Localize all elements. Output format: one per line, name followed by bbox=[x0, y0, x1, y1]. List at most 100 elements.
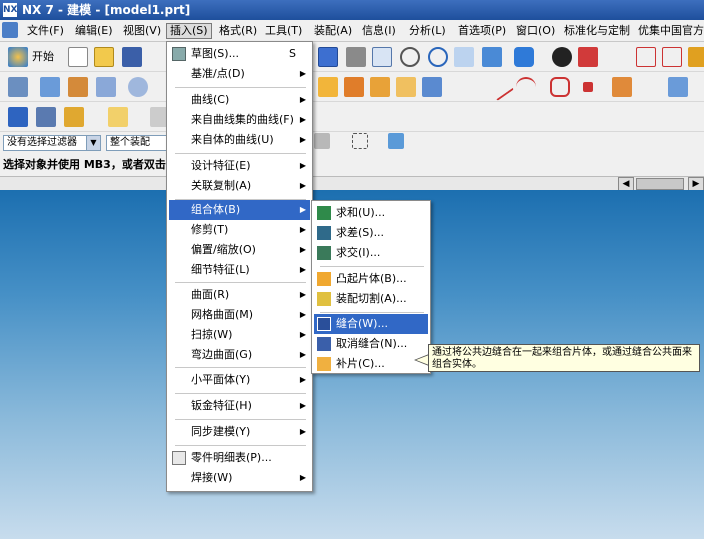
rotate-icon[interactable] bbox=[428, 47, 448, 67]
pan-icon[interactable] bbox=[454, 47, 474, 67]
insert-weld-item[interactable]: 焊接(W) ▶ bbox=[169, 468, 310, 488]
combine-sew-item[interactable]: 缝合(W)... bbox=[314, 314, 428, 334]
menu-information[interactable]: 信息(I) bbox=[359, 23, 399, 39]
insert-detail-feature-item[interactable]: 细节特征(L) ▶ bbox=[169, 260, 310, 280]
insert-sweep-item[interactable]: 扫掠(W) ▶ bbox=[169, 325, 310, 345]
feature-tool-icon[interactable] bbox=[36, 107, 56, 127]
type-filter-dropdown[interactable]: 没有选择过滤器 ▼ bbox=[3, 135, 101, 151]
sweep-icon[interactable] bbox=[344, 77, 364, 97]
insert-curve-from-curves-item[interactable]: 来自曲线集的曲线(F) ▶ bbox=[169, 110, 310, 130]
fit-view-icon[interactable] bbox=[318, 47, 338, 67]
app-menu-icon[interactable] bbox=[2, 22, 18, 38]
insert-curve-from-bodies-item[interactable]: 来自体的曲线(U) ▶ bbox=[169, 130, 310, 150]
start-button[interactable]: 开始 bbox=[32, 47, 54, 67]
insert-design-feature-item[interactable]: 设计特征(E) ▶ bbox=[169, 156, 310, 176]
menu-edit[interactable]: 编辑(E) bbox=[72, 23, 116, 39]
menu-format[interactable]: 格式(R) bbox=[216, 23, 260, 39]
point-icon[interactable] bbox=[583, 82, 593, 92]
open-folder-icon[interactable] bbox=[94, 47, 114, 67]
surface-icon[interactable] bbox=[318, 77, 338, 97]
submenu-arrow-icon: ▶ bbox=[299, 290, 306, 299]
insert-sheet-metal-item[interactable]: 钣金特征(H) ▶ bbox=[169, 396, 310, 416]
blend-icon[interactable] bbox=[128, 77, 148, 97]
menu-separator bbox=[175, 87, 306, 88]
insert-flange-surface-item[interactable]: 弯边曲面(G) ▶ bbox=[169, 345, 310, 365]
menu-window[interactable]: 窗口(O) bbox=[513, 23, 558, 39]
menu-tools[interactable]: 工具(T) bbox=[262, 23, 305, 39]
unsew-icon bbox=[317, 337, 331, 351]
submenu-arrow-icon: ▶ bbox=[299, 350, 306, 359]
insert-surface-item[interactable]: 曲面(R) ▶ bbox=[169, 285, 310, 305]
combine-patch-item[interactable]: 补片(C)... bbox=[314, 354, 428, 374]
arc-icon[interactable] bbox=[516, 77, 536, 97]
insert-trim-item[interactable]: 修剪(T) ▶ bbox=[169, 220, 310, 240]
combine-unsew-item[interactable]: 取消缝合(N)... bbox=[314, 334, 428, 354]
zoom-window-icon[interactable] bbox=[346, 47, 366, 67]
selection-scope-dropdown[interactable]: 整个装配 bbox=[106, 135, 168, 151]
note-icon[interactable] bbox=[108, 107, 128, 127]
menu-uniqs-official[interactable]: 优集中国官方网 bbox=[635, 23, 704, 39]
wcs-icon[interactable] bbox=[662, 47, 682, 67]
insert-offset-scale-item[interactable]: 偏置/缩放(O) ▶ bbox=[169, 240, 310, 260]
combine-unite-item[interactable]: 求和(U)... bbox=[314, 203, 428, 223]
ruled-icon[interactable] bbox=[396, 77, 416, 97]
submenu-arrow-icon: ▶ bbox=[299, 310, 306, 319]
snap-point-icon[interactable] bbox=[636, 47, 656, 67]
insert-combine-item[interactable]: 组合体(B) ▶ bbox=[169, 200, 310, 220]
submenu-arrow-icon: ▶ bbox=[299, 95, 306, 104]
toolbar-row-1: 开始 bbox=[0, 42, 704, 72]
save-icon[interactable] bbox=[122, 47, 142, 67]
edit-feature-icon[interactable] bbox=[8, 107, 28, 127]
insert-datum-point-item[interactable]: 基准/点(D) ▶ bbox=[169, 64, 310, 84]
combine-intersect-item[interactable]: 求交(I)... bbox=[314, 243, 428, 263]
spline-icon[interactable] bbox=[550, 77, 570, 97]
menu-view[interactable]: 视图(V) bbox=[120, 23, 164, 39]
sketch-tool-icon[interactable] bbox=[8, 77, 28, 97]
menu-assemblies[interactable]: 装配(A) bbox=[311, 23, 355, 39]
menu-analysis[interactable]: 分析(L) bbox=[406, 23, 449, 39]
insert-mesh-surface-item[interactable]: 网格曲面(M) ▶ bbox=[169, 305, 310, 325]
offset-curve-icon[interactable] bbox=[612, 77, 632, 97]
menu-preferences[interactable]: 首选项(P) bbox=[455, 23, 509, 39]
zoom-box-icon[interactable] bbox=[372, 47, 392, 67]
zoom-icon[interactable] bbox=[400, 47, 420, 67]
scroll-left-icon[interactable]: ◀ bbox=[618, 177, 634, 191]
combine-subtract-item[interactable]: 求差(S)... bbox=[314, 223, 428, 243]
layer-icon[interactable] bbox=[578, 47, 598, 67]
scroll-thumb[interactable] bbox=[636, 178, 684, 190]
menu-standardize[interactable]: 标准化与定制 bbox=[561, 23, 633, 39]
combine-emboss-sheet-item[interactable]: 凸起片体(B)... bbox=[314, 269, 428, 289]
menu-insert[interactable]: 插入(S) bbox=[166, 23, 212, 39]
insert-curve-item[interactable]: 曲线(C) ▶ bbox=[169, 90, 310, 110]
hole-icon[interactable] bbox=[96, 77, 116, 97]
insert-synchronous-modeling-item[interactable]: 同步建模(Y) ▶ bbox=[169, 422, 310, 442]
horizontal-scrollbar[interactable]: ◀ ▶ bbox=[0, 176, 704, 191]
menu-file[interactable]: 文件(F) bbox=[24, 23, 67, 39]
insert-associative-copy-item[interactable]: 关联复制(A) ▶ bbox=[169, 176, 310, 196]
through-curves-icon[interactable] bbox=[370, 77, 390, 97]
menu-item-label: 同步建模(Y) bbox=[191, 425, 251, 438]
revolve-icon[interactable] bbox=[68, 77, 88, 97]
select-tool-icon[interactable] bbox=[314, 133, 330, 149]
n-sided-icon[interactable] bbox=[422, 77, 442, 97]
menu-item-label: 弯边曲面(G) bbox=[191, 348, 253, 361]
insert-parts-list-item[interactable]: 零件明细表(P)... bbox=[169, 448, 310, 468]
view-orient-icon[interactable] bbox=[482, 47, 502, 67]
extrude-icon[interactable] bbox=[40, 77, 60, 97]
scroll-right-icon[interactable]: ▶ bbox=[688, 177, 704, 191]
render-style-icon[interactable] bbox=[514, 47, 534, 67]
rectangle-select-icon[interactable] bbox=[352, 133, 368, 149]
menu-separator bbox=[320, 266, 424, 267]
combine-assembly-cut-item[interactable]: 装配切割(A)... bbox=[314, 289, 428, 309]
insert-facet-body-item[interactable]: 小平面体(Y) ▶ bbox=[169, 370, 310, 390]
more-tools-icon[interactable] bbox=[688, 47, 704, 67]
assembly-tool-icon[interactable] bbox=[64, 107, 84, 127]
line-icon[interactable] bbox=[486, 73, 514, 101]
trim-body-icon[interactable] bbox=[668, 77, 688, 97]
submenu-arrow-icon: ▶ bbox=[299, 330, 306, 339]
insert-sketch-item[interactable]: 草图(S)... S bbox=[169, 44, 310, 64]
shaded-view-icon[interactable] bbox=[552, 47, 572, 67]
select-body-icon[interactable] bbox=[388, 133, 404, 149]
new-file-icon[interactable] bbox=[68, 47, 88, 67]
start-icon[interactable] bbox=[8, 47, 28, 67]
